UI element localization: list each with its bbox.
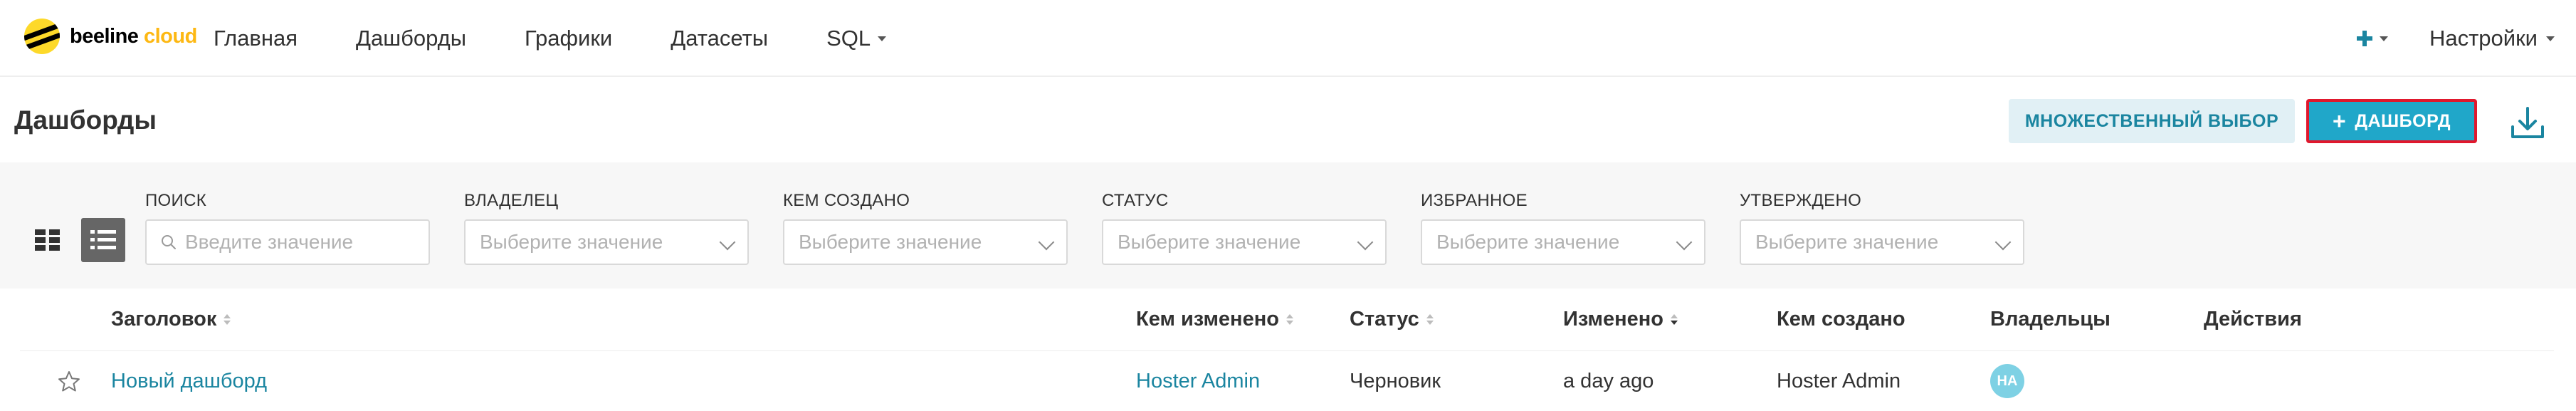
- search-input[interactable]: Введите значение: [145, 219, 430, 265]
- plus-icon: [2356, 31, 2372, 46]
- column-header-status-label: Статус: [1350, 308, 1419, 331]
- nav-item-sql-dropdown[interactable]: SQL: [826, 26, 887, 51]
- view-toggle: [26, 218, 125, 262]
- filter-created-by-label: КЕМ СОЗДАНО: [783, 191, 910, 210]
- owners-cell: HA: [1990, 351, 2024, 411]
- owner-select-placeholder: Выберите значение: [480, 231, 663, 253]
- column-header-actions: Действия: [2204, 308, 2302, 331]
- filter-status: СТАТУС Выберите значение: [1102, 191, 1387, 265]
- nav-item-datasets[interactable]: Датасеты: [671, 26, 768, 51]
- filter-owner-label: ВЛАДЕЛЕЦ: [464, 191, 559, 210]
- chevron-down-icon: [1994, 234, 2012, 251]
- nav-item-sql-label: SQL: [826, 26, 871, 51]
- chevron-down-icon: [1357, 234, 1374, 251]
- column-header-created-by: Кем создано: [1777, 308, 1905, 331]
- grid-view-button[interactable]: [26, 218, 70, 262]
- created-by-select-placeholder: Выберите значение: [799, 231, 982, 253]
- filter-status-label: СТАТУС: [1102, 191, 1169, 210]
- brand-name: beeline cloud: [70, 25, 197, 48]
- column-header-owners: Владельцы: [1990, 308, 2110, 331]
- nav-item-charts[interactable]: Графики: [525, 26, 612, 51]
- column-header-status[interactable]: Статус: [1350, 288, 1434, 350]
- filter-approved: УТВЕРЖДЕНО Выберите значение: [1740, 191, 2024, 265]
- dashboards-table: Заголовок Кем изменено Статус Изменено К…: [20, 288, 2554, 411]
- add-dashboard-label: ДАШБОРД: [2355, 110, 2451, 131]
- nav-item-home[interactable]: Главная: [214, 26, 298, 51]
- chevron-down-icon: [878, 36, 887, 41]
- sort-icon: [1286, 314, 1293, 325]
- plus-icon: +: [2333, 108, 2347, 134]
- brand-name-part1: beeline: [70, 24, 139, 48]
- nav-item-dashboards[interactable]: Дашборды: [356, 26, 466, 51]
- filter-search-label: ПОИСК: [145, 191, 206, 210]
- list-view-icon: [90, 230, 116, 249]
- table-header: Заголовок Кем изменено Статус Изменено К…: [20, 288, 2554, 351]
- add-new-menu-button[interactable]: [2356, 31, 2388, 46]
- column-header-modified-label: Изменено: [1563, 308, 1663, 331]
- filter-favorite: ИЗБРАННОЕ Выберите значение: [1421, 191, 1705, 265]
- nav-right-actions: Настройки: [2356, 0, 2555, 77]
- top-navbar: beeline cloud Главная Дашборды Графики Д…: [0, 0, 2576, 77]
- status-cell: Черновик: [1350, 369, 1441, 392]
- column-header-modified-by[interactable]: Кем изменено: [1136, 288, 1293, 350]
- favorite-select[interactable]: Выберите значение: [1421, 219, 1705, 265]
- chevron-down-icon: [1038, 234, 1055, 251]
- status-select-placeholder: Выберите значение: [1118, 231, 1301, 253]
- filter-owner: ВЛАДЕЛЕЦ Выберите значение: [464, 191, 749, 265]
- multi-select-button[interactable]: МНОЖЕСТВЕННЫЙ ВЫБОР: [2009, 99, 2295, 143]
- created-by-select[interactable]: Выберите значение: [783, 219, 1068, 265]
- settings-menu[interactable]: Настройки: [2429, 26, 2555, 51]
- sort-desc-icon: [1671, 314, 1678, 325]
- page-header: Дашборды МНОЖЕСТВЕННЫЙ ВЫБОР + ДАШБОРД: [0, 77, 2576, 162]
- list-view-button[interactable]: [81, 218, 125, 262]
- modified-cell: a day ago: [1563, 369, 1654, 392]
- approved-select-placeholder: Выберите значение: [1755, 231, 1939, 253]
- grid-view-icon: [35, 229, 60, 251]
- table-row: Новый дашборд Hoster Admin Черновик a da…: [20, 351, 2554, 411]
- status-select[interactable]: Выберите значение: [1102, 219, 1387, 265]
- chevron-down-icon: [719, 234, 736, 251]
- add-dashboard-button[interactable]: + ДАШБОРД: [2306, 99, 2477, 143]
- column-header-modified[interactable]: Изменено: [1563, 288, 1678, 350]
- column-header-title-label: Заголовок: [111, 308, 217, 331]
- brand-name-part2: cloud: [144, 24, 197, 48]
- main-nav: Главная Дашборды Графики Датасеты SQL: [214, 0, 887, 77]
- sort-icon: [1426, 314, 1434, 325]
- filter-approved-label: УТВЕРЖДЕНО: [1740, 191, 1862, 210]
- column-header-modified-by-label: Кем изменено: [1136, 308, 1279, 331]
- chevron-down-icon: [2546, 36, 2555, 41]
- filter-search: ПОИСК Введите значение: [145, 191, 430, 265]
- filter-created-by: КЕМ СОЗДАНО Выберите значение: [783, 191, 1068, 265]
- download-icon[interactable]: [2508, 105, 2547, 141]
- settings-label: Настройки: [2429, 26, 2538, 51]
- modified-by-link[interactable]: Hoster Admin: [1136, 351, 1260, 411]
- favorite-select-placeholder: Выберите значение: [1436, 231, 1620, 253]
- avatar[interactable]: HA: [1990, 364, 2024, 398]
- filter-bar: ПОИСК Введите значение ВЛАДЕЛЕЦ Выберите…: [0, 162, 2576, 288]
- created-by-cell: Hoster Admin: [1777, 369, 1901, 392]
- page-title: Дашборды: [14, 105, 157, 135]
- dashboard-title-link[interactable]: Новый дашборд: [111, 351, 267, 411]
- owner-select[interactable]: Выберите значение: [464, 219, 749, 265]
- brand-logo[interactable]: beeline cloud: [24, 17, 197, 56]
- sort-icon: [224, 314, 231, 325]
- search-placeholder: Введите значение: [185, 231, 354, 253]
- filter-favorite-label: ИЗБРАННОЕ: [1421, 191, 1528, 210]
- search-icon: [161, 234, 177, 250]
- chevron-down-icon: [2379, 36, 2388, 41]
- beeline-logo-icon: [24, 19, 60, 54]
- column-header-title[interactable]: Заголовок: [111, 288, 231, 350]
- approved-select[interactable]: Выберите значение: [1740, 219, 2024, 265]
- chevron-down-icon: [1676, 234, 1693, 251]
- favorite-star-icon[interactable]: [57, 370, 81, 394]
